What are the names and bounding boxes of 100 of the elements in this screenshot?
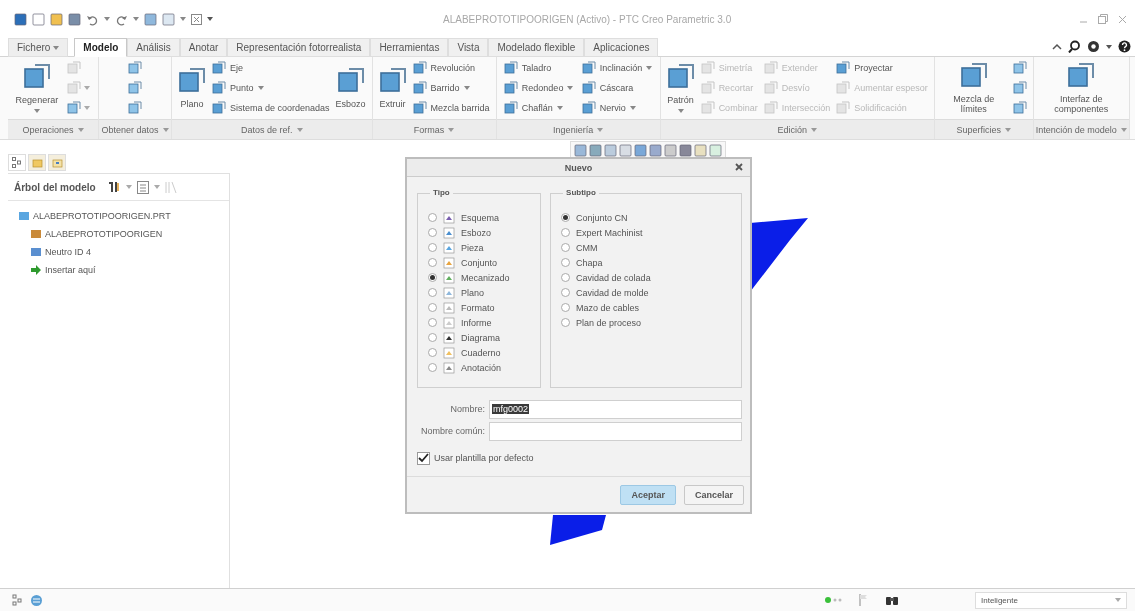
ribbon-tab[interactable]: Aplicaciones [584,38,659,57]
view-tool-icon[interactable] [679,144,692,157]
ribbon-button[interactable]: Eje [212,59,330,77]
ribbon-button[interactable]: Nervio [581,99,653,117]
chevron-icon[interactable] [1052,42,1062,51]
group-label[interactable]: Edición [660,119,934,139]
view-tool-icon[interactable] [709,144,722,157]
view-tool-icon[interactable] [574,144,587,157]
folder-icon[interactable] [50,12,63,26]
radio-button[interactable] [428,303,437,312]
tree-item[interactable]: ALABEPROTOTIPOORIGEN.PRT [33,211,171,221]
item-icon [30,246,42,258]
radio-button[interactable] [428,333,437,342]
ribbon-button[interactable]: Revolución [412,59,490,77]
ribbon-button[interactable]: Cáscara [581,79,653,97]
list-icon[interactable] [136,180,149,194]
ribbon-button[interactable]: Sistema de coordenadas [212,99,330,117]
view-tool-icon[interactable] [694,144,707,157]
common-name-field[interactable] [489,421,742,441]
app-icon[interactable] [14,12,27,26]
radio-button[interactable] [428,363,437,372]
group-label[interactable]: Datos de ref. [172,119,372,139]
caret-icon [629,106,636,110]
filter-icon[interactable] [164,180,177,194]
ribbon-button[interactable]: Extruir [378,67,407,109]
radio-button[interactable] [561,288,571,297]
name-field[interactable]: mfg0002 [489,399,742,419]
group-label[interactable]: Intención de modelo [1033,119,1129,139]
flag-icon[interactable] [859,594,869,606]
tree-item[interactable]: ALABEPROTOTIPOORIGEN [45,229,163,239]
ribbon-button[interactable]: Plano [178,67,206,109]
radio-button[interactable] [561,228,571,237]
radio-button[interactable] [561,318,571,327]
item-icon [30,228,42,240]
close-icon[interactable] [734,162,744,172]
regenerate-icon[interactable] [144,12,157,26]
ribbon-tab[interactable]: Vista [448,38,489,57]
ribbon-button[interactable]: Regenerar [15,63,59,113]
radio-button[interactable] [428,228,437,237]
radio-button[interactable] [561,303,571,312]
radio-button[interactable] [428,273,437,282]
ribbon-button[interactable]: Proyectar [836,59,928,77]
windows-icon[interactable] [162,12,175,26]
tree-item[interactable]: Neutro ID 4 [45,247,92,257]
search-icon[interactable] [1068,40,1081,53]
new-file-icon[interactable] [32,12,45,26]
dialog-button[interactable]: Aceptar [620,485,676,505]
group-label[interactable]: Superficies [934,119,1033,139]
view-tool-icon[interactable] [664,144,677,157]
group-label[interactable]: Ingeniería [496,119,660,139]
group-label[interactable]: Formas [372,119,496,139]
radio-button[interactable] [561,273,571,282]
ribbon-tab[interactable]: Modelado flexible [488,38,585,57]
ribbon-button[interactable]: Chaflán [503,99,574,117]
radio-button[interactable] [428,243,437,252]
ribbon-button[interactable]: Punto [212,79,330,97]
ribbon-button[interactable]: Mezcla barrida [412,99,490,117]
checkbox[interactable] [417,451,430,465]
ribbon-button[interactable]: Inclinación [581,59,653,77]
ribbon-tab[interactable]: Anotar [179,38,228,57]
restore-icon[interactable] [1098,14,1108,24]
ribbon-tab[interactable]: Herramientas [370,38,449,57]
tool-icon [178,67,206,95]
ribbon-tab[interactable]: Fichero [8,38,69,57]
radio-button[interactable] [428,213,437,222]
group-label[interactable]: Obtener datos [99,119,171,139]
radio-button[interactable] [561,258,571,267]
ribbon-button[interactable]: Barrido [412,79,490,97]
view-tool-icon[interactable] [604,144,617,157]
view-tool-icon[interactable] [619,144,632,157]
ribbon-button[interactable]: Redondeo [503,79,574,97]
ribbon-tab[interactable]: Representación fotorrealista [227,38,371,57]
ribbon-tab[interactable]: Modelo [74,38,128,57]
radio-button[interactable] [561,243,571,252]
document-icon [443,241,455,254]
ribbon-button[interactable]: Taladro [503,59,574,77]
filter-dropdown[interactable]: Inteligente [975,591,1127,609]
help-icon[interactable] [1118,40,1131,53]
group-label[interactable]: Operaciones [8,119,98,139]
tree-item[interactable]: Insertar aquí [45,265,96,275]
ribbon-button[interactable]: Mezcla de límites [940,62,1007,114]
view-tool-icon[interactable] [589,144,602,157]
radio-button[interactable] [428,258,437,267]
radio-button[interactable] [561,213,571,222]
dialog-button[interactable]: Cancelar [683,485,744,505]
close-window-icon[interactable] [191,13,202,25]
save-icon[interactable] [68,12,81,26]
ribbon-button[interactable]: Interfaz de componentes [1048,62,1115,114]
tree-icon[interactable] [12,594,24,606]
ribbon-button[interactable]: Patrón [666,63,695,113]
radio-button[interactable] [428,318,437,327]
radio-button[interactable] [428,288,437,297]
nav-tab[interactable] [8,154,26,171]
globe-icon[interactable] [30,593,43,607]
view-tool-icon[interactable] [649,144,662,157]
ribbon-button[interactable]: Esbozo [335,67,366,109]
ribbon-tab[interactable]: Análisis [127,38,180,57]
radio-button[interactable] [428,348,437,357]
binoculars-icon[interactable] [885,594,899,606]
view-tool-icon[interactable] [634,144,647,157]
